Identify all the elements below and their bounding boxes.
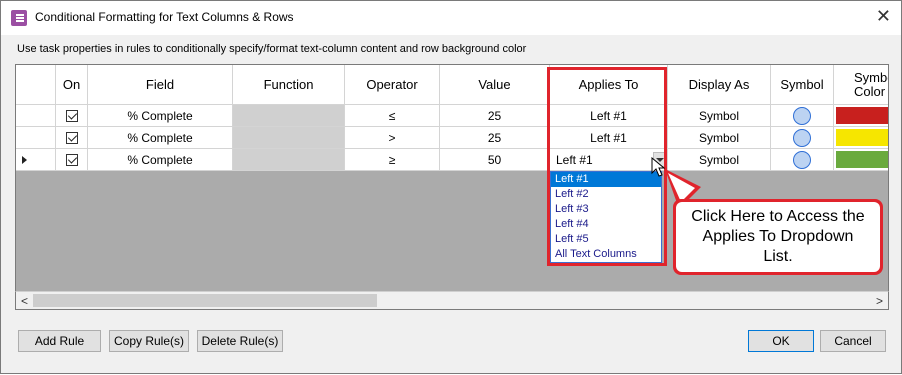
function-cell — [233, 127, 345, 149]
dialog-title: Conditional Formatting for Text Columns … — [35, 10, 294, 24]
current-row-pointer-icon — [22, 155, 27, 164]
operator-cell[interactable]: > — [345, 127, 440, 149]
field-cell[interactable]: % Complete — [88, 127, 233, 149]
circle-symbol-icon — [793, 128, 811, 147]
column-header-symbol-color[interactable]: Symbol Color — [834, 65, 888, 105]
on-checkbox-cell[interactable] — [56, 127, 88, 149]
table-row[interactable]: % Complete > 25 Left #1 Symbol — [16, 127, 888, 149]
red-color-swatch — [836, 107, 888, 124]
on-checkbox[interactable] — [65, 109, 78, 122]
callout-box: Click Here to Access the Applies To Drop… — [673, 199, 883, 275]
operator-cell[interactable]: ≤ — [345, 105, 440, 127]
field-cell[interactable]: % Complete — [88, 105, 233, 127]
column-header-symbol[interactable]: Symbol — [771, 65, 834, 105]
scrollbar-thumb[interactable] — [33, 294, 377, 307]
dropdown-option[interactable]: Left #2 — [551, 187, 661, 202]
dropdown-option[interactable]: Left #3 — [551, 202, 661, 217]
symbol-color-cell[interactable] — [834, 127, 888, 149]
row-header[interactable] — [16, 105, 56, 127]
column-header-display-as[interactable]: Display As — [668, 65, 771, 105]
description-text: Use task properties in rules to conditio… — [17, 43, 527, 55]
on-checkbox-cell[interactable] — [56, 149, 88, 171]
callout-text: Click Here to Access the Applies To Drop… — [676, 202, 880, 272]
mouse-cursor-icon — [651, 157, 665, 177]
symbol-color-cell[interactable] — [834, 149, 888, 171]
close-icon[interactable]: ✕ — [876, 6, 891, 26]
symbol-color-cell[interactable] — [834, 105, 888, 127]
column-header-value[interactable]: Value — [440, 65, 550, 105]
scroll-right-icon[interactable]: > — [871, 292, 888, 309]
column-header-on[interactable]: On — [56, 65, 88, 105]
row-header-corner — [16, 65, 56, 105]
app-icon — [11, 10, 27, 26]
delete-rules-button[interactable]: Delete Rule(s) — [197, 330, 283, 352]
dialog-window: Conditional Formatting for Text Columns … — [0, 0, 902, 374]
dropdown-option[interactable]: Left #4 — [551, 217, 661, 232]
value-cell[interactable]: 25 — [440, 127, 550, 149]
field-cell[interactable]: % Complete — [88, 149, 233, 171]
applies-to-cell[interactable]: Left #1 — [550, 127, 668, 149]
display-as-cell[interactable]: Symbol — [668, 105, 771, 127]
function-cell — [233, 149, 345, 171]
symbol-cell[interactable] — [771, 105, 834, 127]
table-row-current[interactable]: % Complete ≥ 50 Left #1 Symbol — [16, 149, 888, 171]
on-checkbox[interactable] — [65, 131, 78, 144]
applies-to-dropdown-list[interactable]: Left #1 Left #2 Left #3 Left #4 Left #5 … — [550, 171, 662, 263]
column-header-field[interactable]: Field — [88, 65, 233, 105]
value-cell[interactable]: 25 — [440, 105, 550, 127]
dropdown-option[interactable]: Left #1 — [551, 172, 661, 187]
circle-symbol-icon — [793, 150, 811, 169]
value-cell[interactable]: 50 — [440, 149, 550, 171]
display-as-cell[interactable]: Symbol — [668, 149, 771, 171]
cancel-button[interactable]: Cancel — [820, 330, 886, 352]
title-bar: Conditional Formatting for Text Columns … — [1, 1, 901, 35]
table-row[interactable]: % Complete ≤ 25 Left #1 Symbol — [16, 105, 888, 127]
operator-cell[interactable]: ≥ — [345, 149, 440, 171]
column-header-operator[interactable]: Operator — [345, 65, 440, 105]
dropdown-option[interactable]: Left #5 — [551, 232, 661, 247]
on-checkbox-cell[interactable] — [56, 105, 88, 127]
add-rule-button[interactable]: Add Rule — [18, 330, 101, 352]
row-header[interactable] — [16, 149, 56, 171]
ok-button[interactable]: OK — [748, 330, 814, 352]
circle-symbol-icon — [793, 106, 811, 125]
grid-header: On Field Function Operator Value Applies… — [16, 65, 888, 105]
display-as-cell[interactable]: Symbol — [668, 127, 771, 149]
symbol-cell[interactable] — [771, 127, 834, 149]
green-color-swatch — [836, 151, 888, 168]
on-checkbox[interactable] — [65, 153, 78, 166]
column-header-function[interactable]: Function — [233, 65, 345, 105]
yellow-color-swatch — [836, 129, 888, 146]
scroll-left-icon[interactable]: < — [16, 292, 33, 309]
row-header[interactable] — [16, 127, 56, 149]
symbol-cell[interactable] — [771, 149, 834, 171]
copy-rules-button[interactable]: Copy Rule(s) — [109, 330, 189, 352]
applies-to-combobox-value: Left #1 — [556, 152, 593, 167]
function-cell — [233, 105, 345, 127]
column-header-applies-to[interactable]: Applies To — [550, 65, 668, 105]
dropdown-option[interactable]: All Text Columns — [551, 247, 661, 262]
applies-to-cell[interactable]: Left #1 — [550, 105, 668, 127]
horizontal-scrollbar[interactable]: < > — [15, 291, 889, 310]
